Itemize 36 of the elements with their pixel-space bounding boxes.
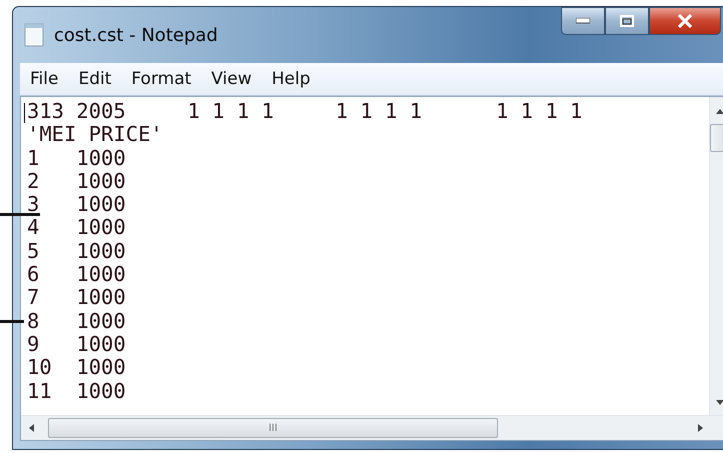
- text-line: 9 1000: [27, 332, 126, 356]
- scroll-down-icon: [716, 400, 723, 405]
- scrollbar-thumb[interactable]: III: [48, 418, 498, 438]
- close-button[interactable]: [649, 7, 721, 35]
- text-line: 6 1000: [27, 263, 126, 286]
- text-line: 5 1000: [27, 240, 126, 264]
- menu-item[interactable]: Help: [262, 69, 320, 89]
- leader-line: [0, 320, 24, 323]
- scroll-up-icon: [716, 109, 723, 114]
- text-line: 'MEI PRICE': [27, 123, 163, 147]
- text-line: 8 1000: [27, 310, 126, 333]
- scroll-right-icon: [698, 424, 703, 432]
- text-line: 3 1000: [27, 193, 126, 216]
- text-line: 7 1000: [27, 286, 126, 310]
- text-line: 4 1000: [27, 216, 126, 240]
- text-line: 313 2005 1 1 1 1 1 1 1 1 1 1 1 1: [27, 100, 582, 124]
- menu-item[interactable]: File: [20, 69, 68, 89]
- text-line: 10 1000: [27, 356, 126, 380]
- text-line: 1 1000: [27, 146, 126, 170]
- maximize-button[interactable]: [605, 7, 649, 35]
- menu-item[interactable]: Format: [121, 69, 202, 89]
- maximize-icon: [620, 15, 634, 27]
- text-line: 2 1000: [27, 170, 126, 194]
- scroll-left-icon: [29, 424, 34, 432]
- horizontal-scrollbar[interactable]: III: [21, 415, 723, 440]
- menu-item[interactable]: View: [201, 69, 262, 89]
- minimize-icon: [576, 18, 590, 24]
- notepad-icon: [24, 23, 44, 47]
- minimize-button[interactable]: [561, 7, 605, 35]
- menu-item[interactable]: Edit: [68, 69, 122, 89]
- text-area[interactable]: 313 2005 1 1 1 1 1 1 1 1 1 1 1 1 'MEI PRICE' 1 1000 2 1000 3 1000 4 1000 5 1000 6 1000 7 1000 8 1000 9 1000 10 1000 11 1000: [21, 97, 723, 415]
- window-title: cost.cst - Notepad: [54, 24, 218, 46]
- text-cursor: [24, 103, 25, 123]
- text-line: 11 1000: [27, 380, 126, 403]
- close-icon: [677, 14, 693, 28]
- leader-line: [0, 213, 40, 216]
